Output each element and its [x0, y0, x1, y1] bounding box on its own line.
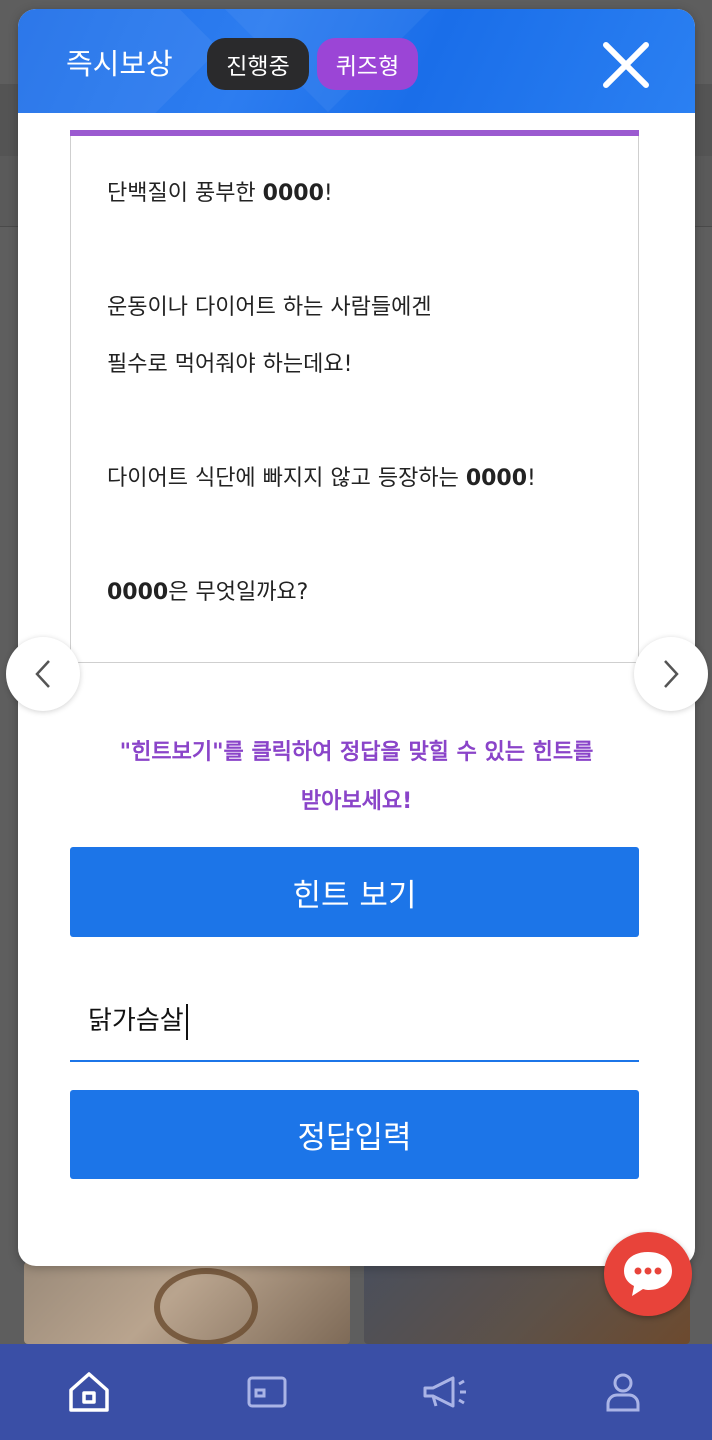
status-badge: 진행중	[207, 38, 309, 90]
chat-button[interactable]	[604, 1232, 692, 1316]
answer-value: 닭가슴살	[88, 1000, 188, 1040]
quiz-line: 운동이나 다이어트 하는 사람들에겐	[107, 295, 432, 320]
close-button[interactable]	[598, 37, 654, 93]
modal-header: 즉시보상 진행중 퀴즈형	[18, 9, 695, 113]
type-badge: 퀴즈형	[317, 38, 418, 90]
close-icon	[603, 42, 649, 88]
quiz-question-card: 단백질이 풍부한 0000! 운동이나 다이어트 하는 사람들에겐 필수로 먹어…	[70, 130, 639, 663]
quiz-line: 필수로 먹어줘야 하는데요!	[107, 352, 353, 377]
quiz-line: 다이어트 식단에 빠지지 않고 등장하는 0000!	[107, 466, 536, 491]
wallet-icon	[247, 1376, 287, 1408]
submit-answer-button[interactable]: 정답입력	[70, 1090, 639, 1179]
bottom-nav	[0, 1344, 712, 1440]
chat-icon	[624, 1252, 672, 1296]
card-accent-bar	[70, 130, 639, 136]
background-product-image	[24, 1262, 350, 1346]
nav-wallet[interactable]	[227, 1352, 307, 1432]
next-button[interactable]	[634, 637, 708, 711]
quiz-line: 단백질이 풍부한 0000!	[107, 181, 333, 206]
hint-button[interactable]: 힌트 보기	[70, 847, 639, 937]
quiz-modal: 즉시보상 진행중 퀴즈형 단백질이 풍부한 0000! 운동이나 다이어트 하는…	[18, 9, 695, 1266]
megaphone-icon	[423, 1376, 466, 1408]
chevron-right-icon	[664, 660, 679, 688]
chevron-left-icon	[35, 660, 50, 688]
nav-mypage[interactable]	[583, 1352, 663, 1432]
nav-home[interactable]	[49, 1352, 129, 1432]
quiz-line: 0000은 무엇일까요?	[107, 580, 309, 605]
home-icon	[69, 1372, 109, 1412]
prev-button[interactable]	[6, 637, 80, 711]
user-icon	[606, 1373, 640, 1412]
modal-title: 즉시보상	[66, 47, 173, 81]
text-caret	[185, 1003, 188, 1040]
nav-notice[interactable]	[405, 1352, 485, 1432]
hint-message: "힌트보기"를 클릭하여 정답을 맞힐 수 있는 힌트를 받아보세요!	[119, 740, 594, 814]
answer-field[interactable]: 닭가슴살	[70, 990, 639, 1062]
